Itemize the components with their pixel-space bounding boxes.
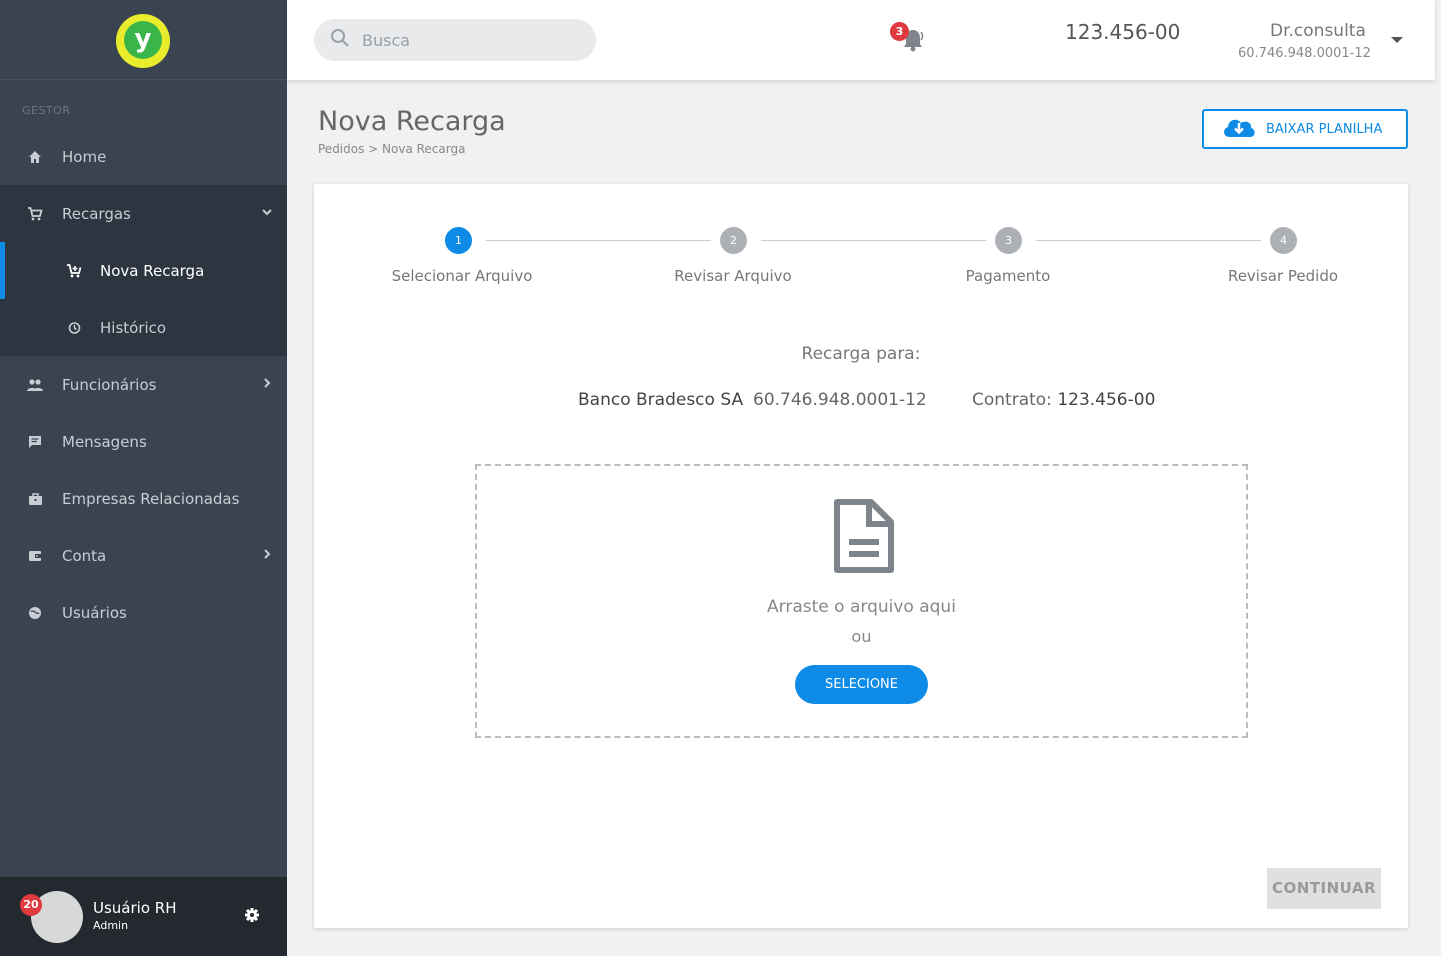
gear-icon[interactable] <box>244 907 260 927</box>
dropzone-or: ou <box>851 627 872 646</box>
company-name: Banco Bradesco SA <box>578 390 744 410</box>
sidebar-subitem-nova-recarga[interactable]: Nova Recarga <box>0 242 287 299</box>
cart-icon <box>0 206 62 222</box>
user-panel: 20 Usuário RH Admin <box>0 877 287 956</box>
logo[interactable]: y <box>116 14 170 68</box>
sidebar-item-funcionarios[interactable]: Funcionários <box>0 356 287 413</box>
step-connector <box>486 240 711 241</box>
notification-badge: 3 <box>890 22 909 41</box>
file-dropzone[interactable]: Arraste o arquivo aqui ou SELECIONE <box>475 464 1248 738</box>
home-icon <box>0 150 62 164</box>
document-icon <box>833 498 895 578</box>
globe-icon <box>0 606 62 620</box>
breadcrumb: Pedidos > Nova Recarga <box>318 142 466 156</box>
step-2-indicator: 2 <box>720 227 747 254</box>
sidebar-item-empresas[interactable]: Empresas Relacionadas <box>0 470 287 527</box>
sidebar-item-label: Mensagens <box>62 432 147 451</box>
step-4-label: Revisar Pedido <box>1227 267 1339 285</box>
wallet-icon <box>0 549 62 563</box>
sidebar-item-label: Recargas <box>62 204 131 223</box>
contract-info: Contrato: 123.456-00 <box>972 390 1155 410</box>
cart-add-icon <box>0 263 100 279</box>
continue-button[interactable]: CONTINUAR <box>1267 868 1381 909</box>
recarga-heading: Recarga para: <box>801 344 921 364</box>
contract-number: 123.456-00 <box>1065 20 1181 44</box>
chevron-down-icon <box>247 206 287 222</box>
step-connector <box>1036 240 1261 241</box>
active-indicator <box>0 242 5 299</box>
user-role: Admin <box>93 919 129 932</box>
dropzone-text: Arraste o arquivo aqui <box>767 597 956 617</box>
sidebar-item-label: Usuários <box>62 603 127 622</box>
account-cnpj: 60.746.948.0001-12 <box>1238 46 1371 61</box>
step-4-indicator: 4 <box>1270 227 1297 254</box>
sidebar-subitem-label: Nova Recarga <box>100 261 205 280</box>
select-file-button[interactable]: SELECIONE <box>795 665 928 704</box>
search-placeholder: Busca <box>362 30 411 50</box>
sidebar-item-label: Home <box>62 147 107 166</box>
account-name[interactable]: Dr.consulta <box>1270 21 1366 41</box>
download-spreadsheet-button[interactable]: BAIXAR PLANILHA <box>1202 109 1408 149</box>
step-3-indicator: 3 <box>995 227 1022 254</box>
contract-label: Contrato: <box>972 390 1052 410</box>
company-cnpj: 60.746.948.0001-12 <box>753 390 927 410</box>
sidebar-item-usuarios[interactable]: Usuários <box>0 584 287 641</box>
sidebar-item-home[interactable]: Home <box>0 128 287 185</box>
sidebar-subitem-label: Histórico <box>100 318 167 337</box>
section-label: GESTOR <box>22 104 71 117</box>
chevron-right-icon <box>247 548 287 564</box>
logo-area: y <box>0 0 287 80</box>
step-connector <box>761 240 986 241</box>
sidebar: y GESTOR Home Recargas Nova Recarga Hist… <box>0 0 287 956</box>
step-3-label: Pagamento <box>965 267 1051 285</box>
search-icon <box>330 28 350 52</box>
people-icon <box>0 378 62 392</box>
download-button-label: BAIXAR PLANILHA <box>1266 121 1383 137</box>
cloud-download-icon <box>1220 115 1258 143</box>
sidebar-item-mensagens[interactable]: Mensagens <box>0 413 287 470</box>
page-title: Nova Recarga <box>318 106 506 137</box>
caret-down-icon[interactable] <box>1391 37 1403 43</box>
chevron-right-icon <box>247 377 287 393</box>
step-1-indicator: 1 <box>445 227 472 254</box>
upload-card: 1 2 3 4 Selecionar Arquivo Revisar Arqui… <box>314 184 1408 928</box>
user-notification-badge: 20 <box>20 894 42 916</box>
sidebar-item-label: Funcionários <box>62 375 157 394</box>
sidebar-subitem-historico[interactable]: Histórico <box>0 299 287 356</box>
step-1-label: Selecionar Arquivo <box>391 267 533 285</box>
step-2-label: Revisar Arquivo <box>674 267 792 285</box>
submenu-recargas: Nova Recarga Histórico <box>0 242 287 356</box>
topbar: Busca 3 123.456-00 Dr.consulta 60.746.94… <box>287 0 1435 80</box>
logo-letter: y <box>124 21 162 59</box>
user-name: Usuário RH <box>93 899 177 917</box>
sidebar-item-label: Conta <box>62 546 107 565</box>
search-input[interactable]: Busca <box>314 19 596 61</box>
history-icon <box>0 321 100 335</box>
sidebar-item-label: Empresas Relacionadas <box>62 489 240 508</box>
message-icon <box>0 435 62 449</box>
contract-value: 123.456-00 <box>1057 390 1156 410</box>
sidebar-item-conta[interactable]: Conta <box>0 527 287 584</box>
briefcase-icon <box>0 492 62 506</box>
sidebar-item-recargas[interactable]: Recargas <box>0 185 287 242</box>
